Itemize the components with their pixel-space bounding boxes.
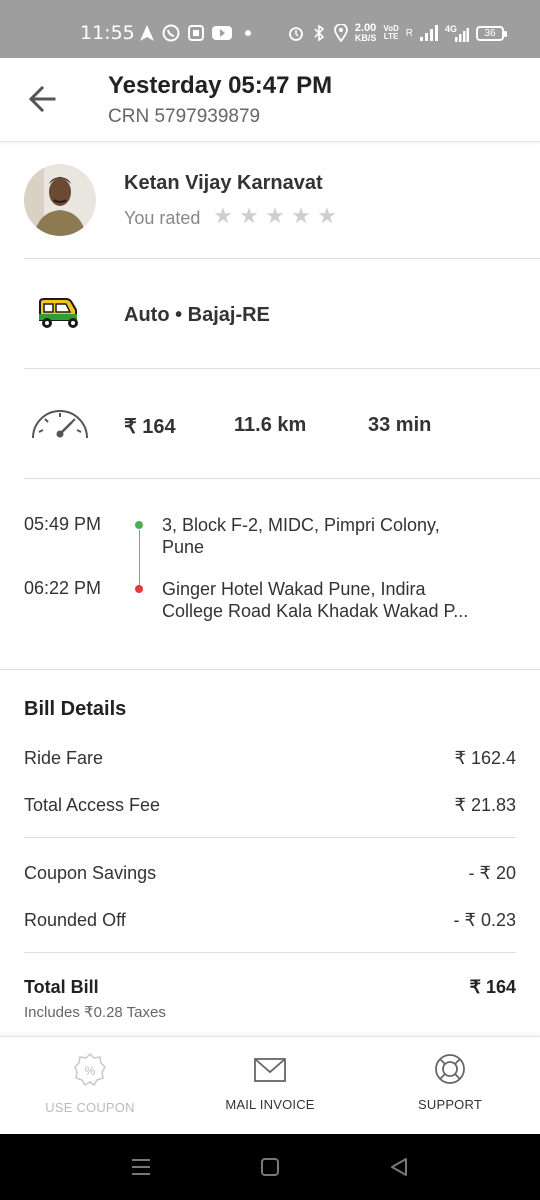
support-label: SUPPORT: [417, 1097, 482, 1112]
drop-address-line2: College Road Kala Khadak Wakad P...: [162, 601, 469, 621]
youtube-icon: [212, 26, 232, 40]
net-speed-unit: KB/S: [354, 33, 377, 43]
status-notification-icons: [140, 22, 256, 44]
crn-number: CRN 5797939879: [108, 106, 261, 127]
driver-name: Ketan Vijay Karnavat: [124, 172, 323, 194]
bottom-actions: % USE COUPON MAIL INVOICE SUPPORT: [0, 1036, 540, 1134]
rounded-off-value: - ₹ 0.23: [453, 910, 516, 930]
status-system-icons: 2.00 KB/S VoD LTE R 4G 36: [288, 22, 507, 44]
coupon-savings-label: Coupon Savings: [24, 863, 157, 883]
status-bar: 11:55 2.00 KB/S VoD LTE R 4G 36: [0, 0, 540, 58]
volte-indicator: VoD LTE: [383, 25, 398, 41]
rounded-off-label: Rounded Off: [24, 910, 126, 930]
access-fee-label: Total Access Fee: [24, 795, 161, 815]
divider: [24, 837, 516, 838]
star-icon[interactable]: ★: [264, 204, 286, 229]
ride-header: Yesterday 05:47 PM CRN 5797939879: [0, 58, 540, 142]
use-coupon-label: USE COUPON: [45, 1100, 135, 1115]
driver-avatar: [24, 164, 96, 236]
percent-badge-icon: %: [74, 1053, 106, 1087]
trip-distance: 11.6 km: [234, 414, 307, 436]
whatsapp-icon: [162, 24, 180, 42]
page-title: Yesterday 05:47 PM: [108, 72, 333, 99]
tax-note: Includes ₹0.28 Taxes: [24, 1004, 166, 1021]
ride-fare-label: Ride Fare: [24, 748, 104, 768]
navigation-icon: [140, 25, 154, 41]
pickup-address-line1: 3, Block F-2, MIDC, Pimpri Colony,: [162, 515, 440, 535]
status-time: 11:55: [80, 22, 135, 44]
envelope-icon: [254, 1058, 286, 1082]
use-coupon-button[interactable]: % USE COUPON: [0, 1037, 180, 1135]
signal-icon-secondary: [455, 28, 469, 42]
bluetooth-icon: [314, 24, 325, 42]
support-button[interactable]: SUPPORT: [360, 1037, 540, 1135]
pickup-address-line2: Pune: [162, 537, 205, 557]
star-icon[interactable]: ★: [238, 204, 260, 229]
driver-photo: [24, 164, 96, 236]
mail-invoice-button[interactable]: MAIL INVOICE: [180, 1037, 360, 1135]
trip-fare: ₹ 164: [124, 416, 176, 438]
divider: [24, 368, 540, 369]
dot-icon: [245, 30, 251, 36]
rating-stars[interactable]: ★ ★ ★ ★ ★: [212, 204, 338, 229]
speedometer-icon: [30, 402, 90, 445]
total-bill-label: Total Bill: [24, 977, 99, 997]
route-line: [139, 530, 140, 588]
arrow-left-icon: [28, 85, 56, 113]
star-icon[interactable]: ★: [316, 204, 338, 229]
star-icon[interactable]: ★: [212, 204, 234, 229]
coupon-savings-value: - ₹ 20: [468, 863, 516, 883]
signal-icon: [420, 25, 438, 41]
alarm-icon: [288, 27, 303, 41]
drop-address: Ginger Hotel Wakad Pune, Indira College …: [162, 578, 492, 622]
drop-dot: [135, 585, 143, 593]
location-icon: [333, 24, 348, 42]
auto-rickshaw-icon: [36, 298, 82, 335]
divider: [24, 258, 540, 259]
pickup-dot: [135, 521, 143, 529]
pickup-time: 05:49 PM: [24, 514, 102, 534]
drop-address-line1: Ginger Hotel Wakad Pune, Indira: [162, 579, 426, 599]
menu-icon[interactable]: [131, 1158, 151, 1176]
trip-duration: 33 min: [368, 414, 432, 436]
pickup-address: 3, Block F-2, MIDC, Pimpri Colony, Pune: [162, 514, 492, 558]
back-nav-icon[interactable]: [389, 1157, 409, 1177]
rated-label: You rated: [124, 208, 201, 228]
lifebuoy-icon: [435, 1054, 465, 1084]
total-bill-value: ₹ 164: [469, 977, 517, 997]
divider: [24, 478, 540, 479]
bill-details-title: Bill Details: [24, 698, 127, 720]
divider: [24, 952, 516, 953]
app-icon: [188, 25, 204, 41]
drop-time: 06:22 PM: [24, 578, 102, 598]
system-nav-bar: [0, 1134, 540, 1200]
mail-invoice-label: MAIL INVOICE: [225, 1097, 315, 1112]
home-icon[interactable]: [260, 1157, 280, 1177]
net-speed: 2.00 KB/S: [355, 23, 377, 43]
roaming-indicator: R: [405, 27, 413, 39]
star-icon[interactable]: ★: [290, 204, 312, 229]
network-type: 4G: [445, 24, 469, 42]
vehicle-type: Auto • Bajaj-RE: [124, 304, 270, 326]
divider: [0, 669, 540, 670]
access-fee-value: ₹ 21.83: [454, 795, 517, 815]
svg-text:%: %: [85, 1064, 96, 1078]
back-button[interactable]: [26, 84, 60, 114]
volte-bottom: LTE: [383, 32, 399, 41]
battery-icon: 36: [476, 25, 507, 41]
ride-fare-value: ₹ 162.4: [454, 748, 517, 768]
